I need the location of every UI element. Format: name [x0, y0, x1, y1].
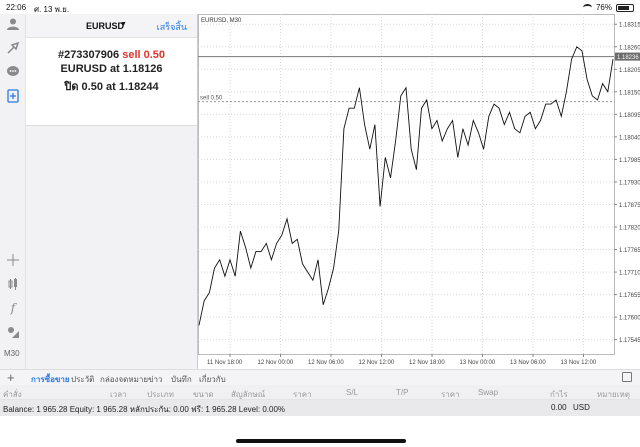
bottom-tab-bar: + การซื้อขาย ประวัติ กล่องจดหมาย ข่าว บั… [0, 369, 640, 385]
x-tick-label: 12 Nov 18:00 [409, 360, 445, 366]
chart-canvas[interactable]: 1.18315 1.18260 1.18205 1.18150 1.18095 1.180… [198, 14, 640, 369]
symbol-selector[interactable]: EURUSD [86, 21, 124, 31]
y-tick-label: 1.18095 [619, 113, 640, 119]
total-profit: 0.00 [551, 403, 567, 412]
chart-type-icon[interactable] [5, 276, 21, 292]
x-tick-label: 13 Nov 00:00 [460, 360, 496, 366]
y-tick-label: 1.17820 [619, 226, 640, 232]
y-tick-label: 1.18150 [619, 90, 640, 96]
new-order-icon[interactable] [5, 88, 21, 104]
plot-frame [198, 14, 615, 355]
y-tick-label: 1.18040 [619, 135, 640, 141]
x-tick-label: 12 Nov 00:00 [258, 360, 294, 366]
timeframe-button[interactable]: M30 [4, 349, 20, 358]
y-tick-label: 1.17985 [619, 158, 640, 164]
account-icon[interactable] [5, 16, 21, 32]
status-bar: 22:06 ศ. 13 พ.ย. 76% [0, 0, 640, 14]
y-tick-label: 1.17600 [619, 316, 640, 322]
objects-icon[interactable] [5, 324, 21, 340]
done-button[interactable]: เสร็จสิ้น [157, 20, 187, 34]
x-tick-label: 12 Nov 06:00 [308, 360, 344, 366]
y-tick-label: 1.17545 [619, 338, 640, 344]
order-id-line: #273307906 sell 0.50 [26, 49, 197, 61]
order-action: sell 0.50 [122, 49, 166, 61]
col-sl: S/L [346, 388, 359, 397]
y-tick-label: 1.17710 [619, 271, 640, 277]
left-toolbar: f M30 [0, 14, 26, 369]
left-panel-background [26, 126, 197, 369]
open-line: EURUSD at 1.18126 [60, 63, 163, 75]
wifi-icon [582, 4, 592, 11]
trade-arrows-icon[interactable] [5, 40, 21, 56]
col-tp: T/P [396, 388, 409, 397]
battery-icon [616, 3, 634, 12]
currency: USD [573, 403, 590, 412]
status-right: 76% [582, 3, 634, 12]
y-tick-label: 1.17655 [619, 293, 640, 299]
sell-order-label: sell 0.50 [200, 96, 223, 102]
home-indicator[interactable] [236, 439, 406, 443]
current-price-label: 1.18236 [617, 55, 639, 61]
order-panel: EURUSD ▼ เสร็จสิ้น #273307906 sell 0.50 … [26, 14, 197, 126]
y-tick-label: 1.17930 [619, 180, 640, 186]
y-tick-label: 1.17875 [619, 203, 640, 209]
chevron-down-icon[interactable]: ▼ [120, 21, 127, 28]
clock: 22:06 [6, 3, 27, 12]
balance-text: Balance: 1 965.28 Equity: 1 965.28 หลักป… [3, 405, 286, 414]
x-tick-label: 13 Nov 06:00 [510, 360, 546, 366]
battery-percent: 76% [595, 3, 612, 12]
indicators-icon[interactable]: f [5, 300, 21, 316]
y-tick-label: 1.18205 [619, 68, 640, 74]
col-swap: Swap [478, 388, 499, 397]
trade-table-header: คำสั่ง เวลา ประเภท ขนาด สัญลักษณ์ ราคา S… [0, 385, 640, 400]
x-tick-label: 13 Nov 12:00 [561, 360, 597, 366]
balance-row: Balance: 1 965.28 Equity: 1 965.28 หลักป… [0, 400, 640, 416]
crosshair-icon[interactable] [5, 252, 21, 268]
price-chart[interactable]: 1.18315 1.18260 1.18205 1.18150 1.18095 1.180… [197, 14, 640, 369]
y-tick-label: 1.18315 [619, 23, 640, 29]
y-tick-label: 1.17765 [619, 248, 640, 254]
x-tick-label: 11 Nov 18:00 [207, 360, 243, 366]
order-id: #273307906 [57, 49, 120, 61]
y-tick-label: 1.18260 [619, 45, 640, 51]
price-series-line [198, 46, 614, 326]
close-line: ปิด 0.50 at 1.18244 [64, 81, 159, 93]
panel-toggle-icon[interactable] [622, 372, 632, 382]
x-tick-label: 12 Nov 12:00 [359, 360, 395, 366]
chat-icon[interactable] [5, 64, 21, 80]
chart-title: EURUSD, M30 [201, 18, 242, 24]
add-icon[interactable]: + [7, 370, 15, 385]
order-panel-header: EURUSD ▼ เสร็จสิ้น [26, 14, 197, 38]
